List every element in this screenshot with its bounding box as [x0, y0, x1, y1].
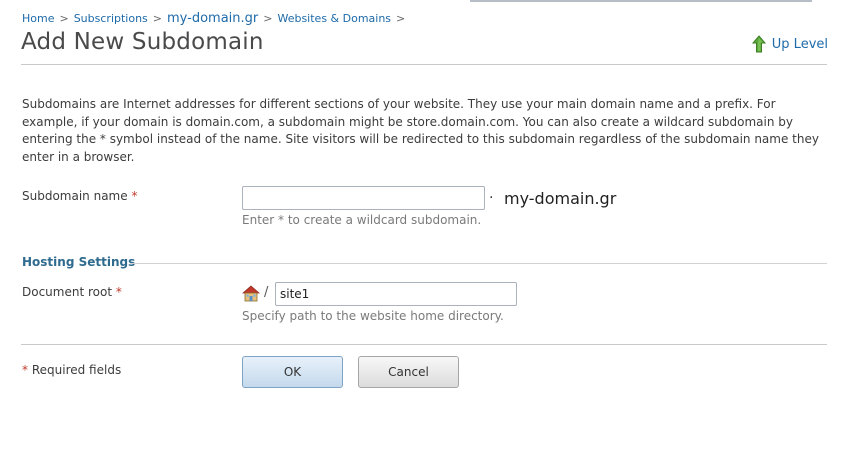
required-fields-note: * Required fields	[22, 363, 121, 377]
breadcrumb-separator: >	[396, 12, 406, 25]
hosting-settings-title: Hosting Settings	[22, 255, 136, 269]
subdomain-name-label: Subdomain name *	[22, 189, 137, 203]
green-up-arrow-icon	[751, 35, 767, 53]
cancel-button[interactable]: Cancel	[358, 356, 459, 388]
required-asterisk: *	[22, 363, 28, 377]
home-icon	[241, 285, 261, 302]
breadcrumb-home[interactable]: Home	[22, 12, 54, 25]
hosting-settings-divider	[130, 263, 827, 264]
document-root-hint: Specify path to the website home directo…	[242, 309, 504, 323]
breadcrumb-subscriptions[interactable]: Subscriptions	[74, 12, 148, 25]
breadcrumb-separator: >	[152, 12, 162, 25]
document-root-input[interactable]	[275, 282, 517, 306]
breadcrumb: Home > Subscriptions > my-domain.gr > Websites…	[22, 11, 410, 26]
page-title: Add New Subdomain	[21, 29, 264, 55]
ok-button[interactable]: OK	[242, 356, 343, 388]
breadcrumb-domain[interactable]: my-domain.gr	[167, 11, 258, 26]
subdomain-hint: Enter * to create a wildcard subdomain.	[242, 213, 482, 227]
subdomain-description: Subdomains are Internet addresses for di…	[22, 97, 819, 164]
document-root-label-text: Document root	[22, 285, 113, 299]
path-separator: /	[264, 285, 269, 300]
top-bar-line	[470, 0, 812, 2]
form-footer-divider	[21, 344, 827, 345]
breadcrumb-separator: >	[59, 12, 69, 25]
document-root-label: Document root *	[22, 285, 122, 299]
required-asterisk: *	[115, 285, 122, 299]
subdomain-separator-dot: ·	[489, 190, 494, 206]
subdomain-name-label-text: Subdomain name	[22, 189, 128, 203]
up-level-label: Up Level	[771, 36, 828, 52]
required-fields-text: Required fields	[31, 363, 122, 377]
breadcrumb-websites-domains[interactable]: Websites & Domains	[277, 12, 391, 25]
breadcrumb-separator: >	[263, 12, 273, 25]
required-asterisk: *	[131, 189, 138, 203]
up-level-link[interactable]: Up Level	[751, 35, 828, 53]
title-divider	[21, 64, 827, 65]
subdomain-name-input[interactable]	[242, 186, 485, 210]
domain-suffix: my-domain.gr	[504, 189, 617, 208]
